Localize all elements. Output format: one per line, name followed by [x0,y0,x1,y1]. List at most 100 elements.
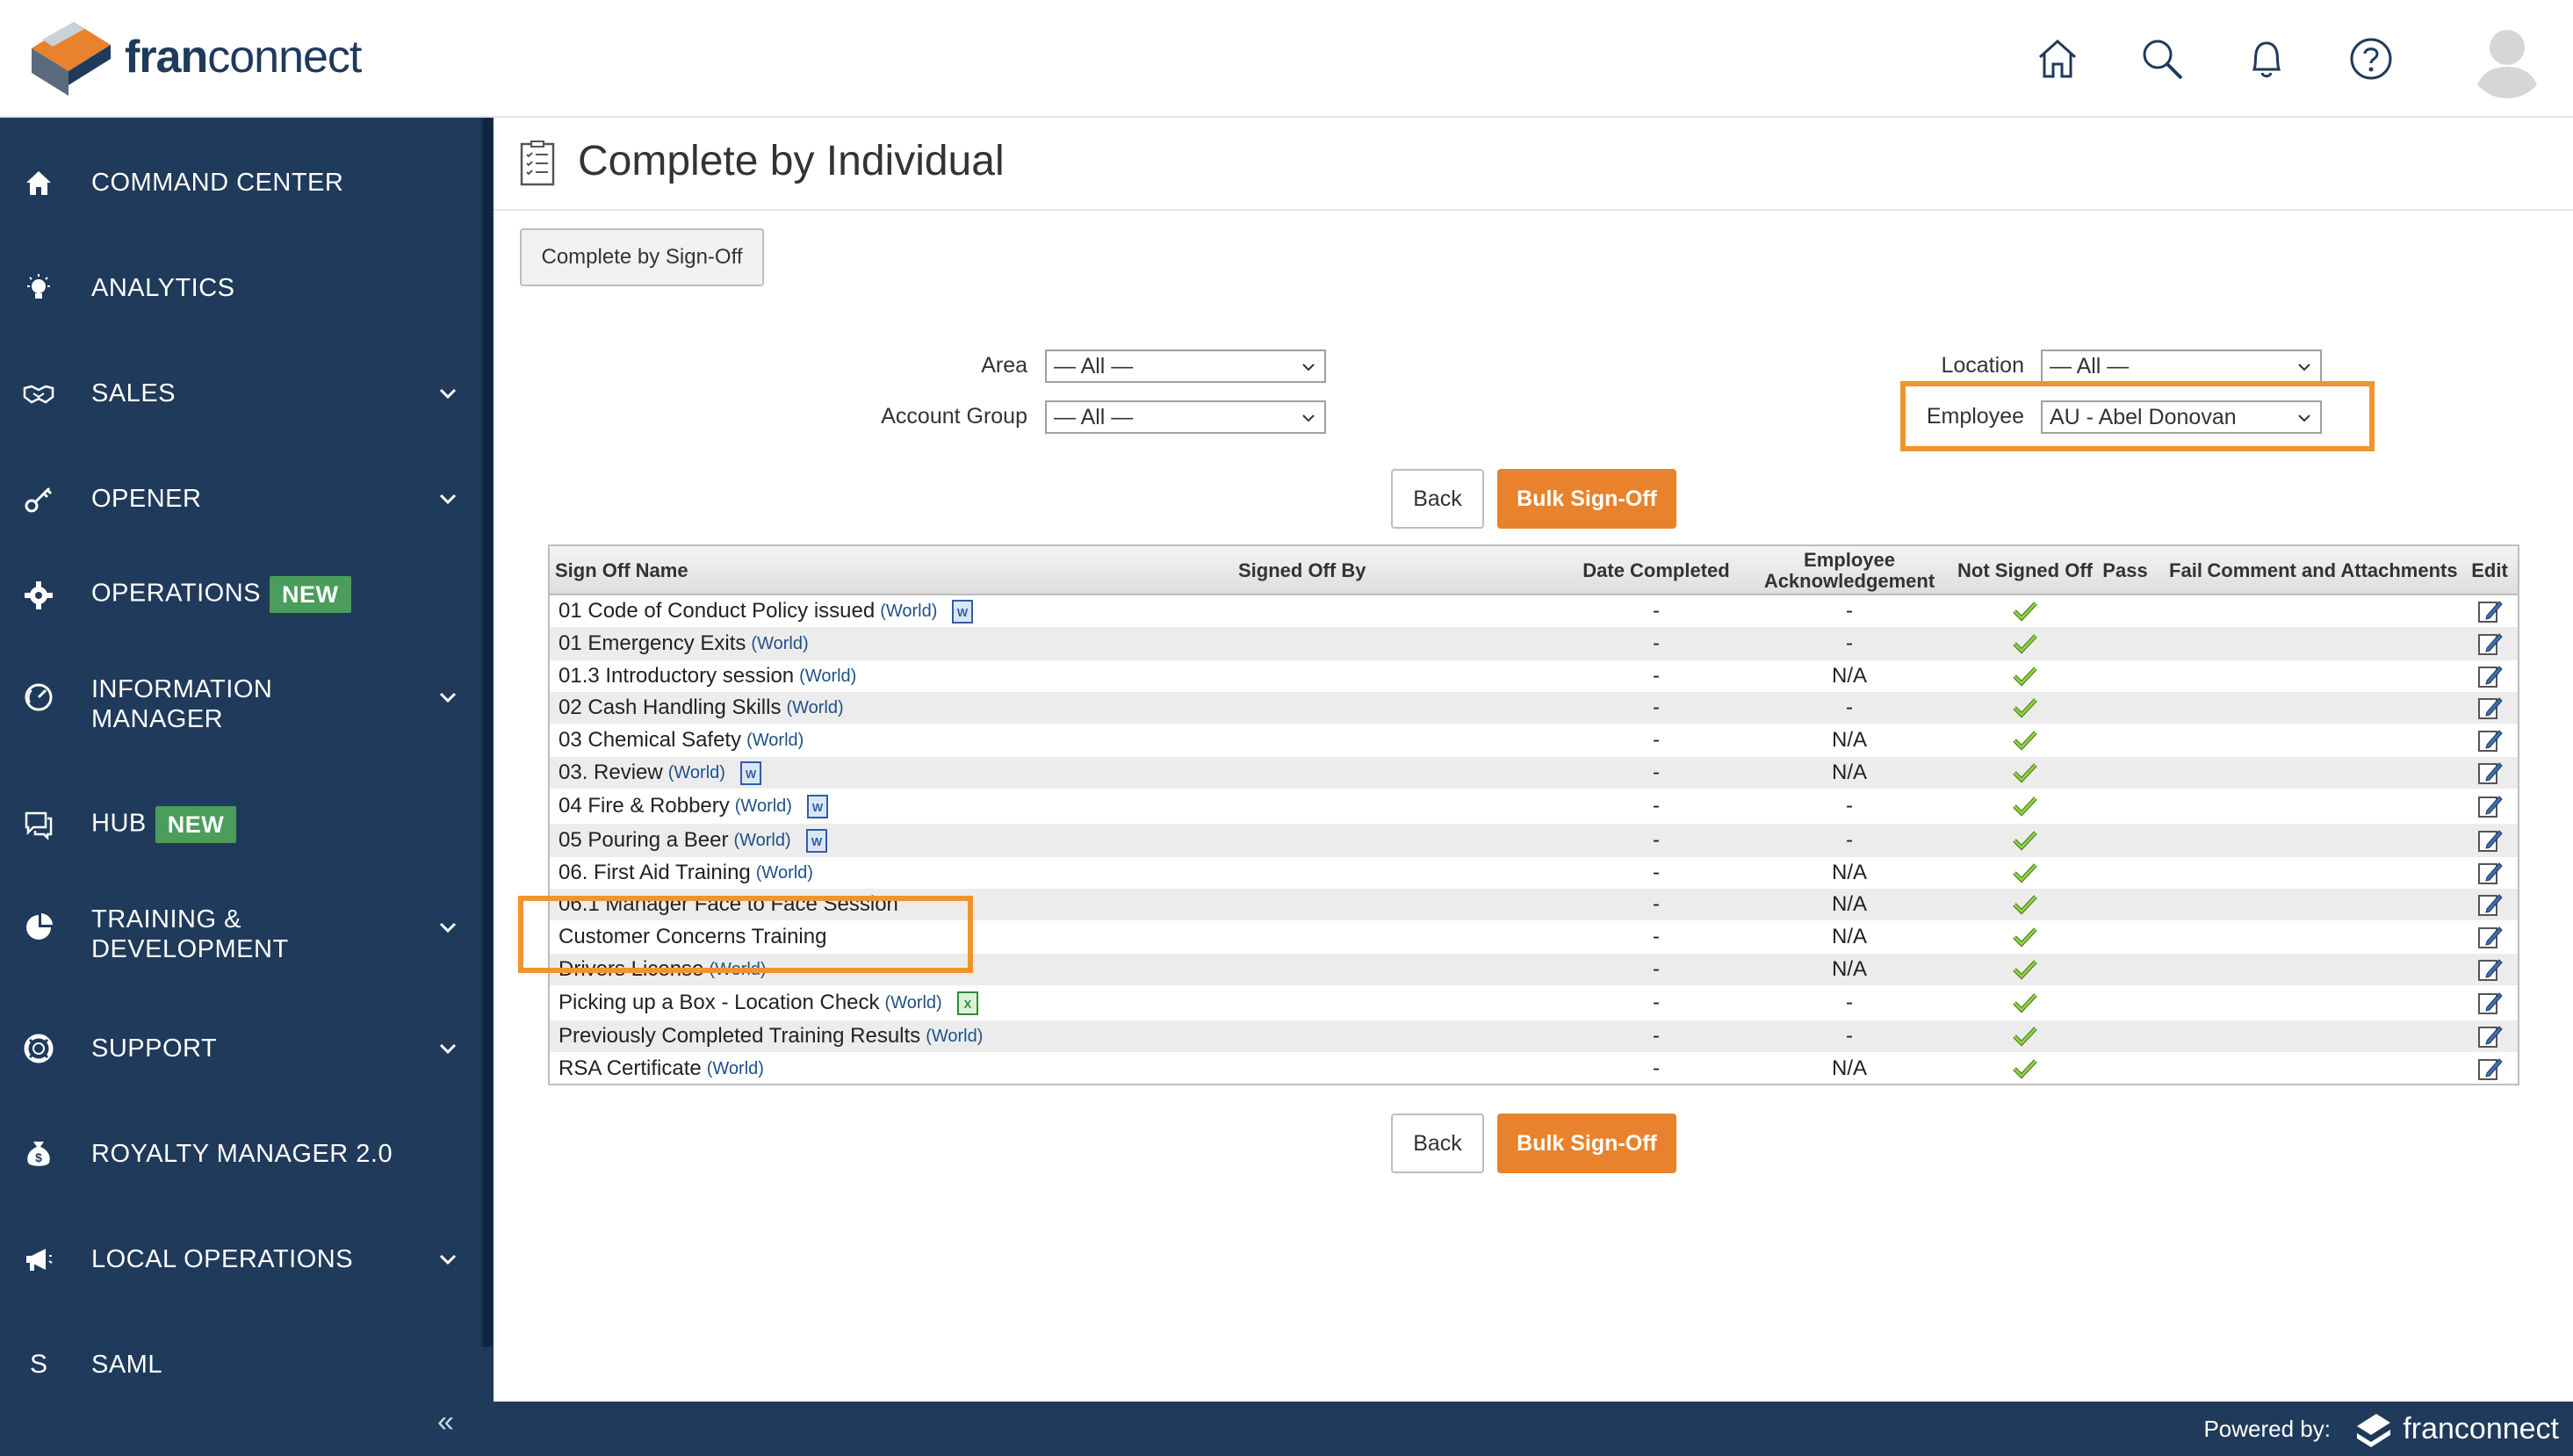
area-label: Area [981,353,1027,378]
home-icon[interactable] [2029,31,2086,87]
table-row: 01 Emergency Exits (World) - - [550,627,2518,660]
signoff-name[interactable]: Previously Completed Training Results [559,1024,920,1049]
edit-icon[interactable] [2461,985,2519,1020]
sidebar-item-command-center[interactable]: COMMAND CENTER [0,156,481,209]
page-header: Complete by Individual [494,118,2573,211]
collapse-sidebar-button[interactable]: « [437,1405,469,1438]
edit-icon[interactable] [2461,595,2519,627]
edit-icon[interactable] [2461,954,2519,985]
back-button-bottom[interactable]: Back [1391,1114,1484,1173]
not-signed-off-check-icon[interactable] [1928,627,2122,660]
sidebar-item-training-development[interactable]: TRAINING & DEVELOPMENT [0,897,481,982]
edit-icon[interactable] [2461,1020,2519,1052]
new-badge: NEW [270,576,351,613]
signoff-name[interactable]: 03. Review [559,760,663,785]
col-header-signed-by: Signed Off By [1238,559,1366,581]
signoff-name[interactable]: 03 Chemical Safety [559,728,741,753]
not-signed-off-check-icon[interactable] [1928,595,2122,627]
excel-document-icon[interactable]: X [955,990,981,1016]
sidebar-item-label: INFORMATION MANAGER [91,675,273,733]
powered-by-text: Powered by: [2203,1416,2331,1442]
signoff-name[interactable]: 04 Fire & Robbery [559,794,730,818]
not-signed-off-check-icon[interactable] [1928,724,2122,757]
not-signed-off-check-icon[interactable] [1928,1052,2122,1085]
not-signed-off-check-icon[interactable] [1928,889,2122,920]
logo-text: franconnect [125,32,362,83]
sidebar-item-local-operations[interactable]: LOCAL OPERATIONS [0,1233,481,1286]
bulk-signoff-button[interactable]: Bulk Sign-Off [1497,469,1676,529]
table-row: 01.3 Introductory session (World) - N/A [550,660,2518,692]
sidebar-item-sales[interactable]: SALES [0,367,481,420]
scope-tag: (World) [799,666,857,686]
word-document-icon[interactable]: W [804,793,831,819]
sidebar-item-operations[interactable]: OPERATIONS NEW [0,560,481,631]
bulk-signoff-button-bottom[interactable]: Bulk Sign-Off [1497,1114,1676,1173]
search-icon[interactable] [2134,31,2190,87]
word-document-icon[interactable]: W [949,598,976,624]
svg-text:W: W [811,835,823,848]
not-signed-off-check-icon[interactable] [1928,692,2122,724]
not-signed-off-check-icon[interactable] [1928,857,2122,889]
date-completed-cell: - [1653,861,1660,884]
scope-tag: (World) [926,1026,984,1046]
not-signed-off-check-icon[interactable] [1928,1020,2122,1052]
sidebar-item-label: SALES [91,379,176,407]
sidebar-scrollbar[interactable] [481,118,494,1347]
area-select[interactable]: — All — [1045,350,1326,383]
signoff-name[interactable]: 01 Code of Conduct Policy issued [559,599,875,623]
sidebar-item-royalty-manager[interactable]: $ ROYALTY MANAGER 2.0 [0,1128,481,1180]
edit-icon[interactable] [2461,1052,2519,1085]
not-signed-off-check-icon[interactable] [1928,985,2122,1020]
table-row: 03 Chemical Safety (World) - N/A [550,724,2518,757]
sidebar: COMMAND CENTER ANALYTICS SALES OPENER OP… [0,118,494,1456]
sidebar-item-support[interactable]: SUPPORT [0,1022,481,1075]
signoff-name[interactable]: Picking up a Box - Location Check [559,991,880,1015]
signoff-name[interactable]: 05 Pouring a Beer [559,828,728,853]
edit-icon[interactable] [2461,920,2519,954]
signoff-name[interactable]: 02 Cash Handling Skills [559,696,781,720]
edit-icon[interactable] [2461,692,2519,724]
signoff-name[interactable]: 01 Emergency Exits [559,631,746,656]
moneybag-icon: $ [21,1136,56,1171]
sidebar-item-analytics[interactable]: ANALYTICS [0,262,481,314]
edit-icon[interactable] [2461,824,2519,857]
sidebar-item-saml[interactable]: S SAML [0,1338,481,1391]
help-icon[interactable] [2343,31,2399,87]
not-signed-off-check-icon[interactable] [1928,757,2122,789]
avatar[interactable] [2468,19,2547,98]
complete-by-signoff-button[interactable]: Complete by Sign-Off [520,228,764,286]
account-group-select[interactable]: — All — [1045,400,1326,434]
signoff-name-cell: 01 Emergency Exits (World) [559,627,809,660]
date-completed-cell: - [1653,728,1660,752]
edit-icon[interactable] [2461,789,2519,824]
location-select[interactable]: — All — [2041,350,2322,383]
word-document-icon[interactable]: W [804,827,830,854]
signoff-name-cell: Previously Completed Training Results (Wo… [559,1020,983,1052]
franconnect-logo[interactable]: franconnect [23,12,392,102]
edit-icon[interactable] [2461,724,2519,757]
edit-icon[interactable] [2461,660,2519,692]
sidebar-item-information-manager[interactable]: INFORMATION MANAGER [0,667,481,752]
sidebar-item-label: TRAINING & DEVELOPMENT [91,905,289,963]
not-signed-off-check-icon[interactable] [1928,954,2122,985]
signoff-name[interactable]: RSA Certificate [559,1056,702,1081]
word-document-icon[interactable]: W [738,760,764,786]
back-button[interactable]: Back [1391,469,1484,529]
not-signed-off-check-icon[interactable] [1928,789,2122,824]
signoff-name[interactable]: 01.3 Introductory session [559,664,794,688]
sidebar-item-hub[interactable]: HUB NEW [0,790,481,861]
bell-icon[interactable] [2238,31,2295,87]
sidebar-item-label: SUPPORT [91,1034,218,1063]
date-completed-cell: - [1653,631,1660,655]
not-signed-off-check-icon[interactable] [1928,824,2122,857]
not-signed-off-check-icon[interactable] [1928,660,2122,692]
signoff-name[interactable]: 06. First Aid Training [559,861,751,885]
svg-text:W: W [746,768,757,781]
edit-icon[interactable] [2461,889,2519,920]
scope-tag: (World) [786,697,844,717]
edit-icon[interactable] [2461,627,2519,660]
edit-icon[interactable] [2461,757,2519,789]
sidebar-item-opener[interactable]: OPENER [0,472,481,525]
not-signed-off-check-icon[interactable] [1928,920,2122,954]
edit-icon[interactable] [2461,857,2519,889]
